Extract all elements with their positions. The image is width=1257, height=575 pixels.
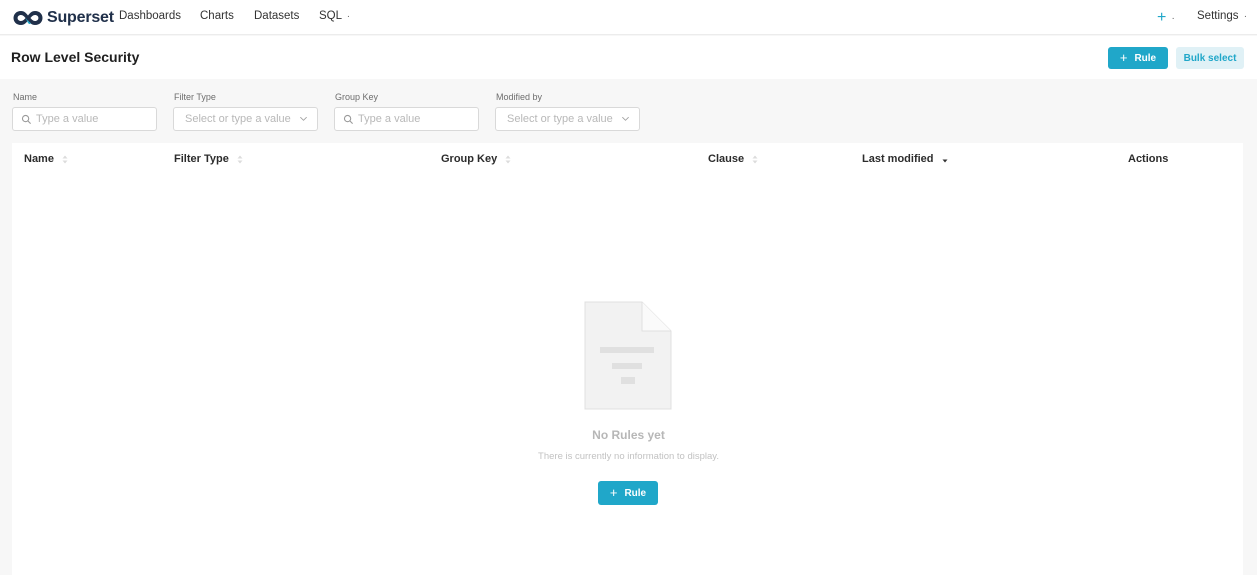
column-header-clause-label: Clause [708, 153, 745, 165]
sort-descending-icon [942, 159, 948, 162]
add-rule-button-label: Rule [1134, 52, 1157, 64]
column-header-group-key[interactable]: Group Key [441, 153, 511, 165]
plus-icon: + [1119, 49, 1128, 65]
group-key-filter-input[interactable]: Type a value [334, 107, 479, 131]
filter-label-group-key: Group Key [335, 92, 379, 102]
name-filter-input[interactable]: Type a value [12, 107, 157, 131]
brand-name: Superset [47, 9, 114, 26]
column-header-clause[interactable]: Clause [708, 153, 758, 165]
sort-icon [752, 155, 758, 163]
settings-menu-label: Settings [1197, 10, 1239, 22]
superset-logo[interactable]: Superset [12, 8, 114, 28]
add-rule-button[interactable]: + Rule [1108, 47, 1168, 69]
column-header-name[interactable]: Name [24, 153, 68, 165]
nav-item-sql[interactable]: SQL · [319, 10, 350, 22]
page-header: Row Level Security + Rule Bulk select [0, 36, 1257, 79]
sort-icon [505, 155, 511, 163]
nav-item-dashboards[interactable]: Dashboards [119, 10, 181, 22]
sort-icon [62, 155, 68, 163]
chevron-down-icon: · [1243, 11, 1248, 22]
filter-type-placeholder: Select or type a value [185, 113, 291, 125]
chevron-down-icon [300, 116, 307, 121]
search-icon [343, 114, 354, 124]
sort-icon [237, 155, 243, 163]
column-header-last-modified[interactable]: Last modified [862, 153, 948, 165]
column-header-group-key-label: Group Key [441, 153, 498, 165]
filter-type-select[interactable]: Select or type a value [173, 107, 318, 131]
name-filter-placeholder: Type a value [36, 113, 99, 125]
superset-logo-icon [13, 11, 43, 25]
column-header-actions-label: Actions [1128, 153, 1169, 165]
nav-item-datasets[interactable]: Datasets [254, 10, 299, 22]
empty-state-description: There is currently no information to dis… [538, 451, 719, 462]
empty-document-icon [584, 301, 672, 410]
nav-item-sql-label: SQL [319, 10, 342, 22]
chevron-down-icon [622, 116, 629, 121]
column-header-last-modified-label: Last modified [862, 153, 934, 165]
settings-menu[interactable]: Settings · [1197, 10, 1247, 22]
new-item-menu[interactable]: + · [1157, 8, 1175, 26]
filter-label-modified-by: Modified by [496, 92, 543, 102]
empty-state-add-rule-label: Rule [624, 487, 647, 499]
column-header-filter-type-label: Filter Type [174, 153, 229, 165]
chevron-down-icon: · [1171, 13, 1175, 24]
column-header-actions: Actions [1128, 153, 1168, 165]
modified-by-placeholder: Select or type a value [507, 113, 613, 125]
empty-state-add-rule-button[interactable]: + Rule [598, 481, 658, 505]
page-title: Row Level Security [11, 49, 140, 65]
group-key-filter-placeholder: Type a value [358, 113, 421, 125]
column-header-name-label: Name [24, 153, 54, 165]
nav-item-charts[interactable]: Charts [200, 10, 234, 22]
modified-by-select[interactable]: Select or type a value [495, 107, 640, 131]
chevron-down-icon: · [346, 11, 351, 22]
filter-label-filter-type: Filter Type [174, 92, 216, 102]
column-header-filter-type[interactable]: Filter Type [174, 153, 243, 165]
plus-icon: + [1157, 9, 1167, 26]
empty-state-title: No Rules yet [592, 428, 665, 442]
top-navbar: Superset Dashboards Charts Datasets SQL … [0, 0, 1257, 35]
filter-label-name: Name [13, 92, 38, 102]
bulk-select-button[interactable]: Bulk select [1176, 47, 1244, 69]
plus-icon: + [609, 484, 618, 500]
search-icon [21, 114, 32, 124]
